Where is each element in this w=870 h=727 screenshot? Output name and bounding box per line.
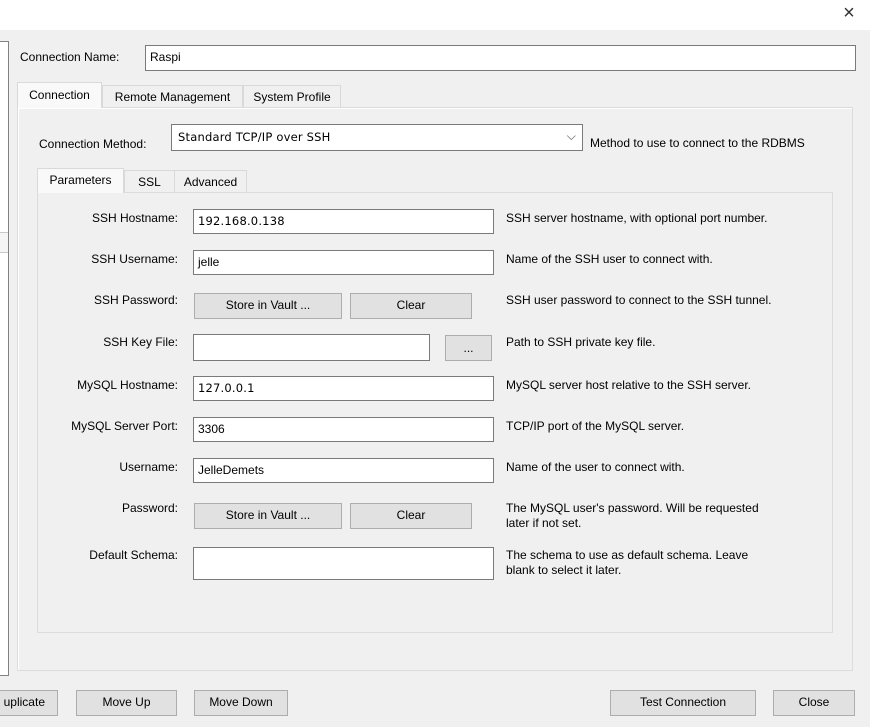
list-item[interactable] bbox=[0, 232, 8, 253]
mysql-hostname-label: MySQL Hostname: bbox=[77, 378, 178, 392]
subtab-advanced[interactable]: Advanced bbox=[174, 170, 247, 193]
mysql-hostname-description: MySQL server host relative to the SSH se… bbox=[506, 378, 751, 392]
connection-method-select[interactable]: Standard TCP/IP over SSH ⌵ bbox=[171, 124, 583, 151]
ssh-key-file-description: Path to SSH private key file. bbox=[506, 335, 656, 349]
ssh-password-store-button[interactable]: Store in Vault ... bbox=[194, 293, 342, 319]
tab-remote-management[interactable]: Remote Management bbox=[102, 85, 243, 108]
connection-list[interactable] bbox=[0, 41, 9, 676]
ssh-key-file-browse-button[interactable]: ... bbox=[445, 335, 492, 361]
connection-name-label: Connection Name: bbox=[20, 50, 120, 64]
ssh-password-clear-button[interactable]: Clear bbox=[350, 293, 472, 319]
chevron-down-icon: ⌵ bbox=[566, 129, 576, 143]
connection-name-input[interactable]: Raspi bbox=[145, 45, 856, 71]
default-schema-description-line1: The schema to use as default schema. Lea… bbox=[506, 548, 749, 562]
password-description-line2: later if not set. bbox=[506, 516, 582, 530]
close-button[interactable]: Close bbox=[773, 690, 855, 716]
ssh-username-input[interactable]: jelle bbox=[193, 250, 494, 275]
ssh-username-label: SSH Username: bbox=[91, 252, 178, 266]
username-label: Username: bbox=[119, 460, 178, 474]
test-connection-button[interactable]: Test Connection bbox=[610, 690, 756, 716]
ssh-password-description: SSH user password to connect to the SSH … bbox=[506, 293, 772, 307]
default-schema-description-line2: blank to select it later. bbox=[506, 563, 622, 577]
mysql-port-description: TCP/IP port of the MySQL server. bbox=[506, 419, 685, 433]
password-description-line1: The MySQL user's password. Will be reque… bbox=[506, 501, 759, 515]
password-label: Password: bbox=[121, 501, 178, 515]
ssh-key-file-label: SSH Key File: bbox=[103, 335, 178, 349]
ssh-hostname-description: SSH server hostname, with optional port … bbox=[506, 211, 768, 225]
subtab-parameters[interactable]: Parameters bbox=[37, 168, 124, 193]
mysql-port-label: MySQL Server Port: bbox=[71, 419, 178, 433]
ssh-hostname-label: SSH Hostname: bbox=[91, 211, 178, 225]
move-up-button[interactable]: Move Up bbox=[76, 690, 177, 716]
move-down-button[interactable]: Move Down bbox=[194, 690, 288, 716]
ssh-key-file-input[interactable] bbox=[193, 334, 430, 361]
ssh-hostname-input[interactable]: 192.168.0.138 bbox=[193, 209, 494, 234]
ssh-username-description: Name of the SSH user to connect with. bbox=[506, 252, 713, 266]
subtab-ssl[interactable]: SSL bbox=[124, 170, 174, 193]
connection-method-value: Standard TCP/IP over SSH bbox=[178, 130, 331, 144]
password-clear-button[interactable]: Clear bbox=[350, 503, 472, 529]
title-bar: × bbox=[0, 0, 870, 30]
connection-method-label: Connection Method: bbox=[39, 137, 147, 151]
duplicate-button[interactable]: uplicate bbox=[0, 690, 58, 716]
connection-method-description: Method to use to connect to the RDBMS bbox=[590, 136, 805, 150]
default-schema-input[interactable] bbox=[193, 547, 494, 580]
default-schema-label: Default Schema: bbox=[89, 548, 178, 562]
username-input[interactable]: JelleDemets bbox=[193, 458, 494, 483]
tab-connection[interactable]: Connection bbox=[17, 82, 102, 108]
password-store-button[interactable]: Store in Vault ... bbox=[194, 503, 342, 529]
username-description: Name of the user to connect with. bbox=[506, 460, 685, 474]
mysql-port-input[interactable]: 3306 bbox=[193, 417, 494, 442]
mysql-hostname-input[interactable]: 127.0.0.1 bbox=[193, 376, 494, 401]
ssh-password-label: SSH Password: bbox=[93, 293, 178, 307]
close-icon[interactable]: × bbox=[838, 2, 860, 24]
tab-system-profile[interactable]: System Profile bbox=[243, 85, 341, 108]
